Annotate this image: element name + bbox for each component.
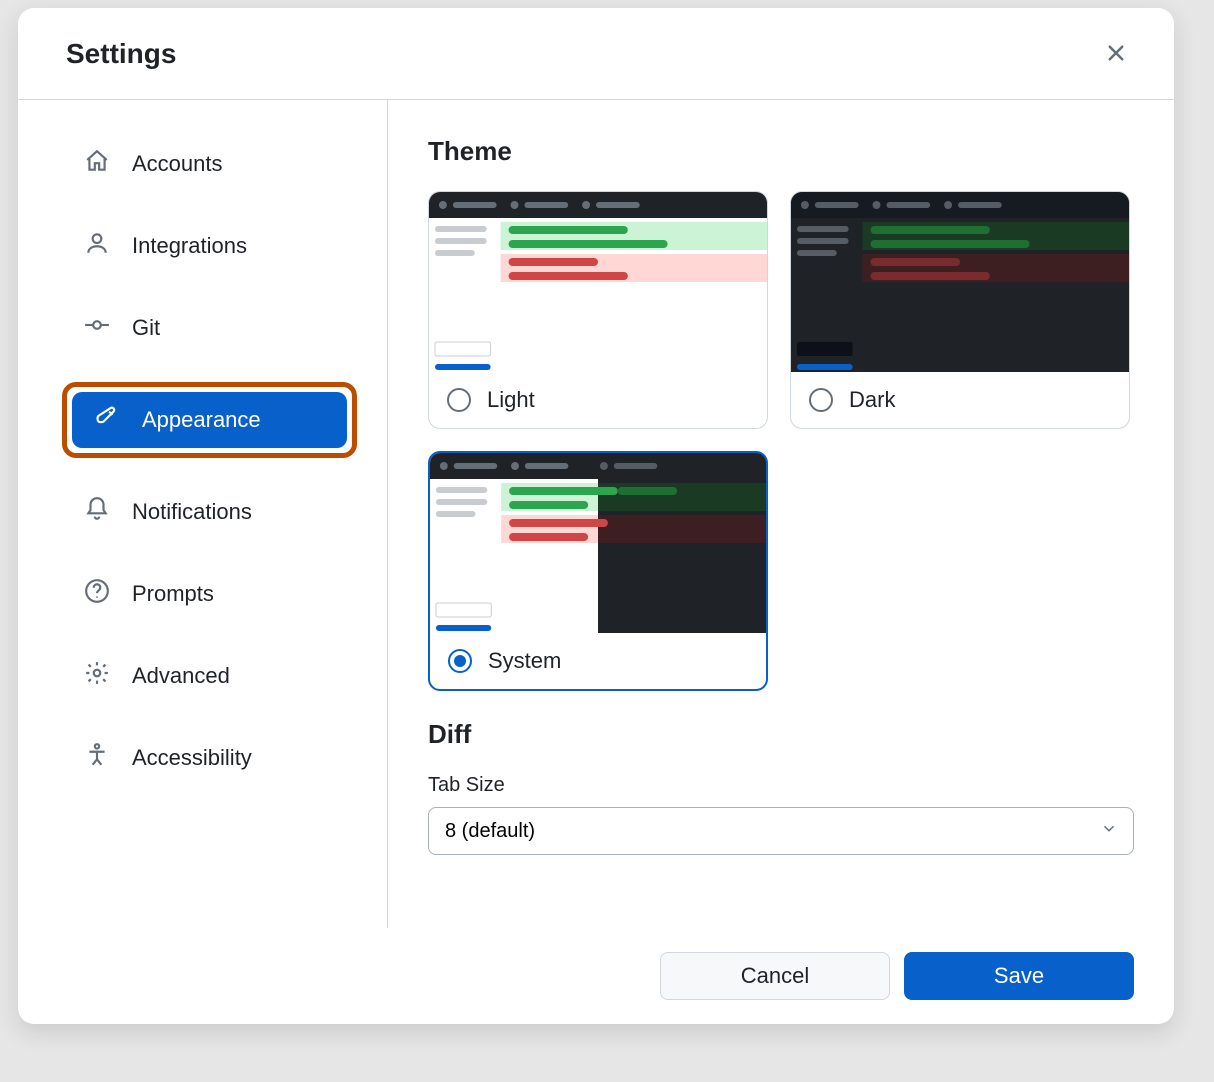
- close-button[interactable]: [1098, 36, 1134, 72]
- sidebar-item-label: Notifications: [132, 499, 252, 525]
- theme-footer: Light: [429, 372, 767, 428]
- theme-footer: Dark: [791, 372, 1129, 428]
- theme-option-system[interactable]: System: [428, 451, 768, 691]
- theme-heading: Theme: [428, 136, 1134, 167]
- tab-size-select[interactable]: 8 (default): [428, 807, 1134, 855]
- sidebar-item-label: Accessibility: [132, 745, 252, 771]
- person-icon: [84, 230, 110, 262]
- tab-size-label: Tab Size: [428, 774, 1134, 797]
- radio-icon: [448, 649, 472, 673]
- theme-preview-dark: [791, 192, 1129, 372]
- theme-preview-system: [430, 453, 766, 633]
- sidebar-item-advanced[interactable]: Advanced: [62, 648, 357, 704]
- modal-body: Accounts Integrations Git: [18, 100, 1174, 928]
- sidebar-nav: Accounts Integrations Git: [62, 136, 357, 786]
- git-commit-icon: [84, 312, 110, 344]
- gear-icon: [84, 660, 110, 692]
- theme-label: Light: [487, 387, 535, 413]
- sidebar-item-git[interactable]: Git: [62, 300, 357, 356]
- sidebar-item-appearance[interactable]: Appearance: [72, 392, 347, 448]
- sidebar-item-accounts[interactable]: Accounts: [62, 136, 357, 192]
- question-icon: [84, 578, 110, 610]
- sidebar-item-label: Accounts: [132, 151, 223, 177]
- brush-icon: [94, 404, 120, 436]
- sidebar-item-label: Git: [132, 315, 160, 341]
- tab-size-select-wrap: 8 (default): [428, 807, 1134, 855]
- sidebar-item-prompts[interactable]: Prompts: [62, 566, 357, 622]
- sidebar-item-label: Prompts: [132, 581, 214, 607]
- cancel-button[interactable]: Cancel: [660, 952, 890, 1000]
- sidebar-item-appearance-highlight: Appearance: [62, 382, 357, 458]
- modal-footer: Cancel Save: [18, 928, 1174, 1024]
- modal-title: Settings: [66, 38, 176, 70]
- theme-preview-light: [429, 192, 767, 372]
- theme-label: Dark: [849, 387, 895, 413]
- radio-icon: [447, 388, 471, 412]
- theme-footer: System: [430, 633, 766, 689]
- sidebar-item-notifications[interactable]: Notifications: [62, 484, 357, 540]
- diff-heading: Diff: [428, 719, 1134, 750]
- theme-option-dark[interactable]: Dark: [790, 191, 1130, 429]
- sidebar-item-accessibility[interactable]: Accessibility: [62, 730, 357, 786]
- home-icon: [84, 148, 110, 180]
- theme-options: Light: [428, 191, 1134, 691]
- save-button[interactable]: Save: [904, 952, 1134, 1000]
- settings-modal: Settings Accounts Integration: [18, 8, 1174, 1024]
- sidebar-item-label: Appearance: [142, 407, 261, 433]
- settings-content: Theme: [388, 100, 1174, 928]
- modal-header: Settings: [18, 8, 1174, 100]
- theme-label: System: [488, 648, 561, 674]
- sidebar-item-label: Advanced: [132, 663, 230, 689]
- sidebar-item-integrations[interactable]: Integrations: [62, 218, 357, 274]
- radio-icon: [809, 388, 833, 412]
- accessibility-icon: [84, 742, 110, 774]
- bell-icon: [84, 496, 110, 528]
- close-icon: [1106, 40, 1126, 68]
- sidebar-item-label: Integrations: [132, 233, 247, 259]
- theme-option-light[interactable]: Light: [428, 191, 768, 429]
- settings-sidebar: Accounts Integrations Git: [18, 100, 388, 928]
